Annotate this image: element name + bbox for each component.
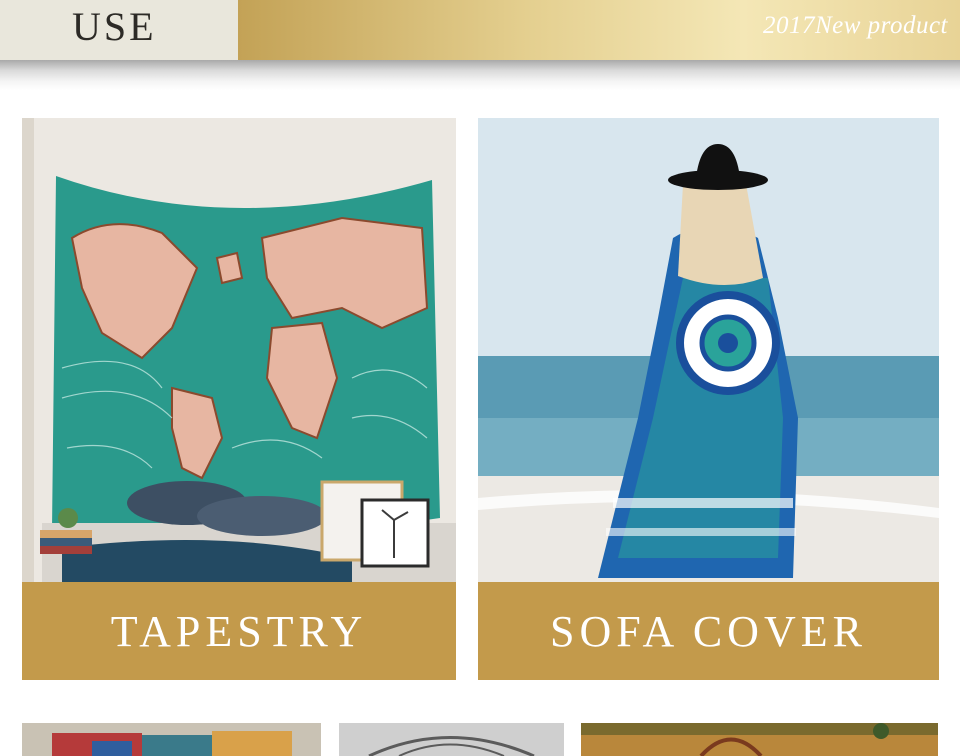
iron-bed-thumbnail[interactable] bbox=[339, 723, 564, 756]
outdoor-basket-thumbnail[interactable] bbox=[581, 723, 938, 756]
header-banner: USE 2017New product bbox=[0, 0, 960, 60]
outdoor-basket-photo bbox=[581, 723, 938, 756]
header-shadow-divider bbox=[0, 60, 960, 90]
tapestry-label: TAPESTRY bbox=[110, 606, 368, 656]
header-title-panel: USE bbox=[0, 0, 238, 60]
sofa-cover-label-bar: SOFA COVER bbox=[478, 582, 939, 680]
sofa-cover-card[interactable]: SOFA COVER bbox=[478, 118, 939, 680]
tapestry-card[interactable]: TAPESTRY bbox=[22, 118, 456, 680]
header-subtitle: 2017New product bbox=[762, 12, 948, 39]
tapestry-label-bar: TAPESTRY bbox=[22, 582, 456, 680]
patchwork-sofa-photo bbox=[22, 723, 321, 756]
sofa-cover-label: SOFA COVER bbox=[550, 606, 867, 656]
tapestry-photo bbox=[22, 118, 456, 582]
iron-bed-photo bbox=[339, 723, 564, 756]
header-title: USE bbox=[72, 4, 157, 49]
sofa-cover-photo bbox=[478, 118, 939, 582]
header-gold-bar: 2017New product bbox=[238, 0, 960, 60]
patchwork-sofa-thumbnail[interactable] bbox=[22, 723, 321, 756]
